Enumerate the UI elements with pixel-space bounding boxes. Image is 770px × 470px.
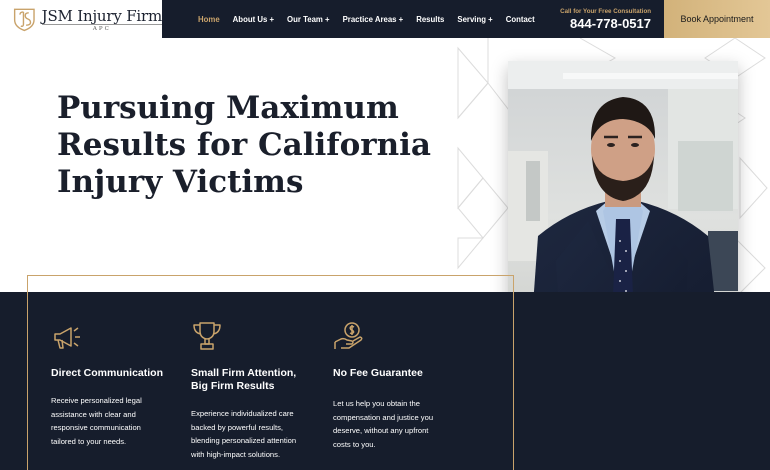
nav-results[interactable]: Results: [416, 15, 444, 24]
phone-link[interactable]: 844-778-0517: [570, 16, 651, 31]
feature-small-firm-attention: Small Firm Attention, Big Firm Results E…: [191, 320, 316, 461]
nav-contact[interactable]: Contact: [506, 15, 535, 24]
trophy-icon: [193, 322, 221, 350]
feature-title: Small Firm Attention, Big Firm Results: [191, 367, 297, 392]
hero-title: Pursuing Maximum Results for California …: [57, 90, 432, 200]
logo-subtitle: APC: [41, 23, 162, 32]
logo-text: JSM Injury Firm APC: [41, 6, 163, 32]
feature-title: No Fee Guarantee: [333, 367, 423, 379]
megaphone-icon: [54, 327, 80, 349]
logo-emblem-icon: [13, 8, 35, 32]
book-appointment-button[interactable]: Book Appointment: [664, 0, 770, 38]
feature-no-fee-guarantee: No Fee Guarantee Let us help you obtain …: [333, 320, 453, 451]
logo-name: JSM Injury Firm: [41, 6, 163, 25]
site-header: JSM Injury Firm APC Home About Us + Our …: [0, 0, 770, 38]
feature-description: Receive personalized legal assistance wi…: [51, 396, 142, 446]
contact-block: Call for Your Free Consultation 844-778-…: [560, 8, 664, 31]
consultation-label: Call for Your Free Consultation: [560, 7, 651, 15]
logo[interactable]: JSM Injury Firm APC: [0, 0, 162, 38]
nav-home[interactable]: Home: [198, 15, 220, 24]
nav-practice-areas[interactable]: Practice Areas +: [343, 15, 404, 24]
feature-title: Direct Communication: [51, 367, 164, 379]
feature-description: Let us help you obtain the compensation …: [333, 399, 434, 449]
main-nav: Home About Us + Our Team + Practice Area…: [162, 0, 664, 38]
nav-about-us[interactable]: About Us +: [233, 15, 274, 24]
nav-serving[interactable]: Serving +: [457, 15, 492, 24]
nav-our-team[interactable]: Our Team +: [287, 15, 330, 24]
feature-description: Experience individualized care backed by…: [191, 409, 297, 459]
feature-direct-communication: Direct Communication Receive personalize…: [51, 320, 171, 448]
hand-dollar-icon: [334, 322, 363, 349]
